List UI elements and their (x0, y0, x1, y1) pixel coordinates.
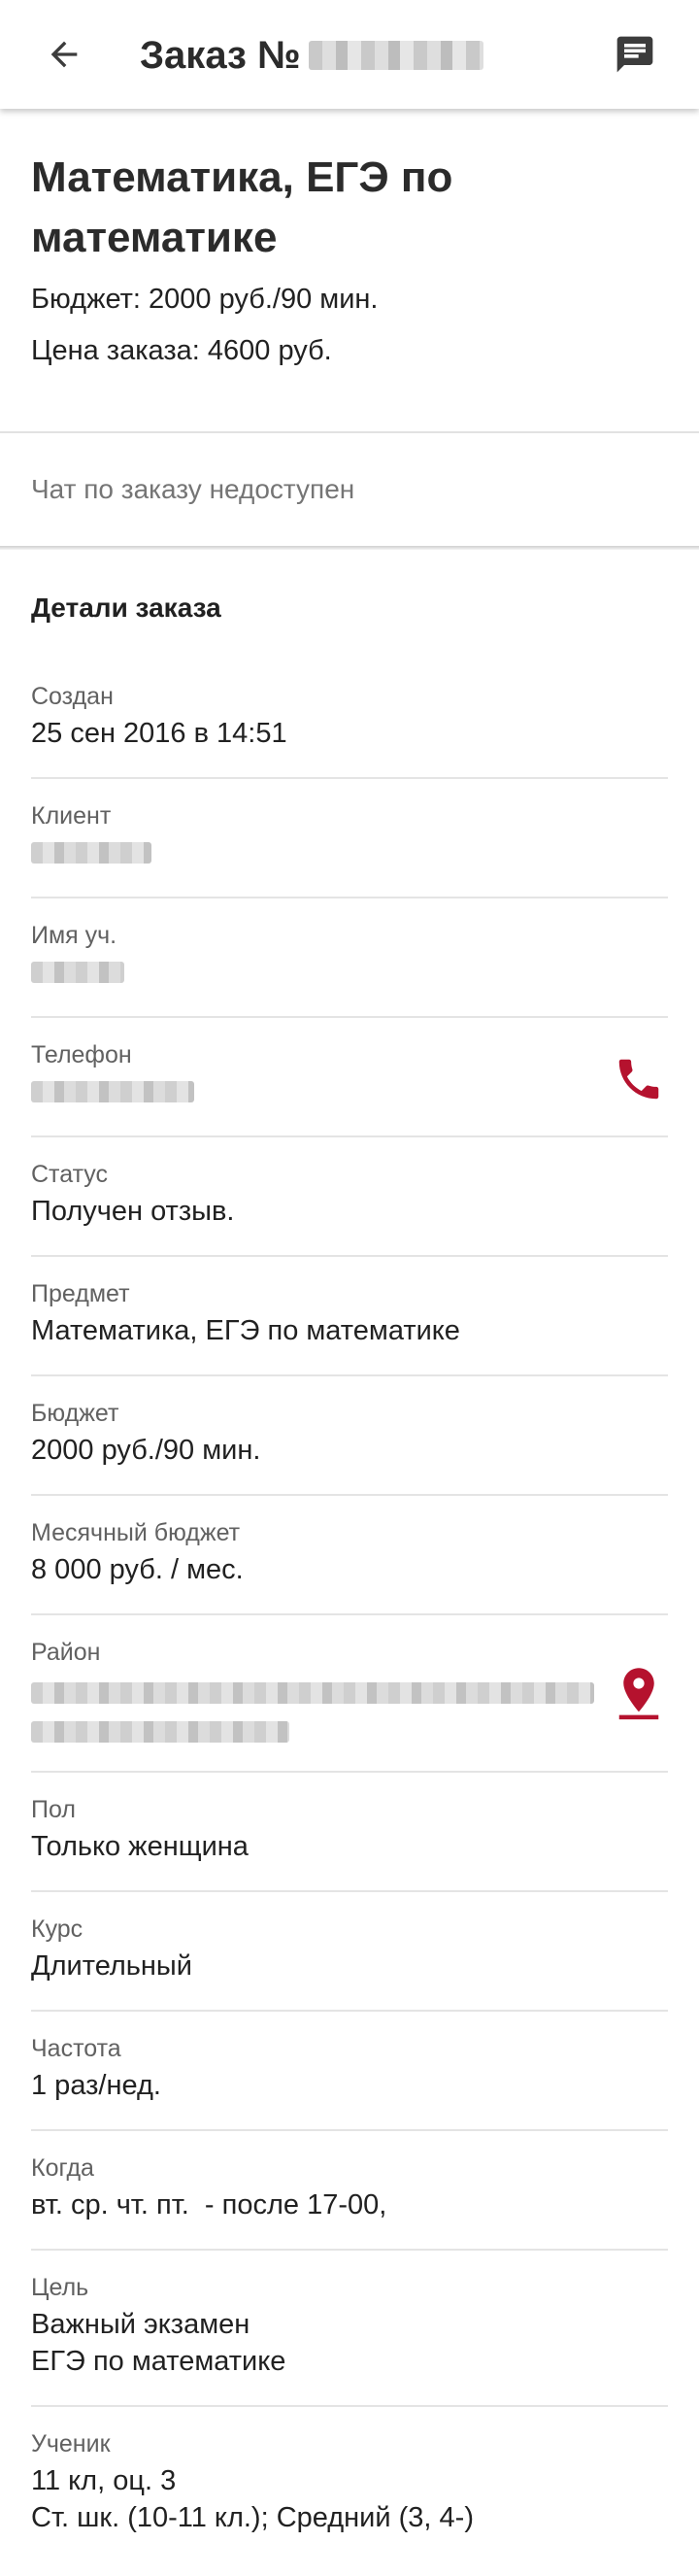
divider (31, 2249, 668, 2251)
arrow-left-icon (50, 41, 78, 68)
chat-button[interactable] (606, 25, 664, 84)
field-student-name: Имя уч. (31, 919, 668, 983)
field-value: Длительный (31, 1950, 192, 1982)
back-button[interactable] (35, 25, 93, 84)
divider (31, 1771, 668, 1773)
field-label: Статус (31, 1161, 109, 1188)
field-value: 11 кл, оц. 3 (31, 2465, 177, 2496)
message-icon (616, 36, 653, 73)
field-value: Ст. шк. (10-11 кл.); Средний (3, 4-) (31, 2502, 474, 2533)
redacted-value (31, 1081, 194, 1102)
redacted-value (31, 1721, 289, 1743)
field-label: Имя уч. (31, 922, 117, 949)
field-label: Район (31, 1639, 101, 1666)
field-value: вт. ср. чт. пт. - после 17-00, (31, 2189, 387, 2220)
field-client: Клиент (31, 799, 668, 864)
field-value: ЕГЭ по математике (31, 2346, 286, 2377)
divider (31, 1016, 668, 1018)
field-monthly-budget: Месячный бюджет 8 000 руб. / мес. (31, 1516, 668, 1588)
chat-unavailable-text: Чат по заказу недоступен (31, 474, 355, 504)
field-frequency: Частота 1 раз/нед. (31, 2032, 668, 2104)
redacted-value (31, 842, 151, 864)
field-label: Пол (31, 1796, 76, 1823)
subject-title: Математика, ЕГЭ по математике (31, 153, 453, 261)
field-when: Когда вт. ср. чт. пт. - после 17-00, (31, 2152, 668, 2223)
divider (31, 1374, 668, 1376)
divider (31, 1890, 668, 1892)
field-label: Клиент (31, 802, 112, 830)
field-student: Ученик 11 кл, оц. 3 Ст. шк. (10-11 кл.);… (31, 2427, 668, 2536)
field-value: Только женщина (31, 1831, 249, 1862)
field-label: Создан (31, 683, 114, 710)
order-number-redacted (308, 41, 483, 70)
field-label: Курс (31, 1915, 83, 1943)
field-label: Частота (31, 2035, 121, 2062)
order-summary: Математика, ЕГЭ по математике Бюджет: 20… (0, 109, 699, 429)
field-status: Статус Получен отзыв. (31, 1158, 668, 1230)
field-gender: Пол Только женщина (31, 1793, 668, 1865)
divider (31, 1255, 668, 1257)
budget-summary: Бюджет: 2000 руб./90 мин. (31, 284, 379, 315)
field-label: Цель (31, 2274, 89, 2301)
call-button[interactable] (610, 1050, 668, 1108)
field-label: Ученик (31, 2430, 111, 2457)
divider (31, 1135, 668, 1137)
divider (31, 2129, 668, 2131)
field-value: 1 раз/нед. (31, 2070, 161, 2101)
map-button[interactable] (610, 1663, 668, 1721)
redacted-value (31, 962, 124, 983)
field-district: Район (31, 1636, 668, 1743)
phone-icon (618, 1059, 659, 1100)
redacted-value (31, 1682, 594, 1704)
field-value: Получен отзыв. (31, 1196, 235, 1227)
divider (31, 2405, 668, 2407)
divider (31, 897, 668, 898)
order-title: Заказ № (140, 33, 301, 77)
field-goal: Цель Важный экзамен ЕГЭ по математике (31, 2271, 668, 2380)
field-value: 8 000 руб. / мес. (31, 1554, 244, 1585)
divider (31, 2010, 668, 2012)
app-bar: Заказ № (0, 0, 699, 109)
details-heading: Детали заказа (31, 593, 221, 623)
order-price: Цена заказа: 4600 руб. (31, 335, 332, 366)
field-value: Важный экзамен (31, 2309, 250, 2340)
field-subject: Предмет Математика, ЕГЭ по математике (31, 1277, 668, 1349)
field-label: Телефон (31, 1041, 132, 1068)
field-label: Когда (31, 2154, 94, 2182)
field-value: 2000 руб./90 мин. (31, 1435, 261, 1466)
field-label: Бюджет (31, 1400, 119, 1427)
field-label: Месячный бюджет (31, 1519, 241, 1546)
divider (31, 1613, 668, 1615)
field-value: 25 сен 2016 в 14:51 (31, 718, 287, 749)
field-budget: Бюджет 2000 руб./90 мин. (31, 1397, 668, 1469)
section-divider (0, 546, 699, 550)
divider (31, 1494, 668, 1496)
field-value: Математика, ЕГЭ по математике (31, 1315, 460, 1346)
map-pin-icon (618, 1668, 659, 1720)
field-phone: Телефон (31, 1038, 668, 1102)
divider (31, 777, 668, 779)
field-course: Курс Длительный (31, 1913, 668, 1984)
field-created: Создан 25 сен 2016 в 14:51 (31, 680, 668, 752)
page-title: Заказ № (140, 31, 483, 80)
divider (0, 431, 699, 433)
field-label: Предмет (31, 1280, 130, 1307)
